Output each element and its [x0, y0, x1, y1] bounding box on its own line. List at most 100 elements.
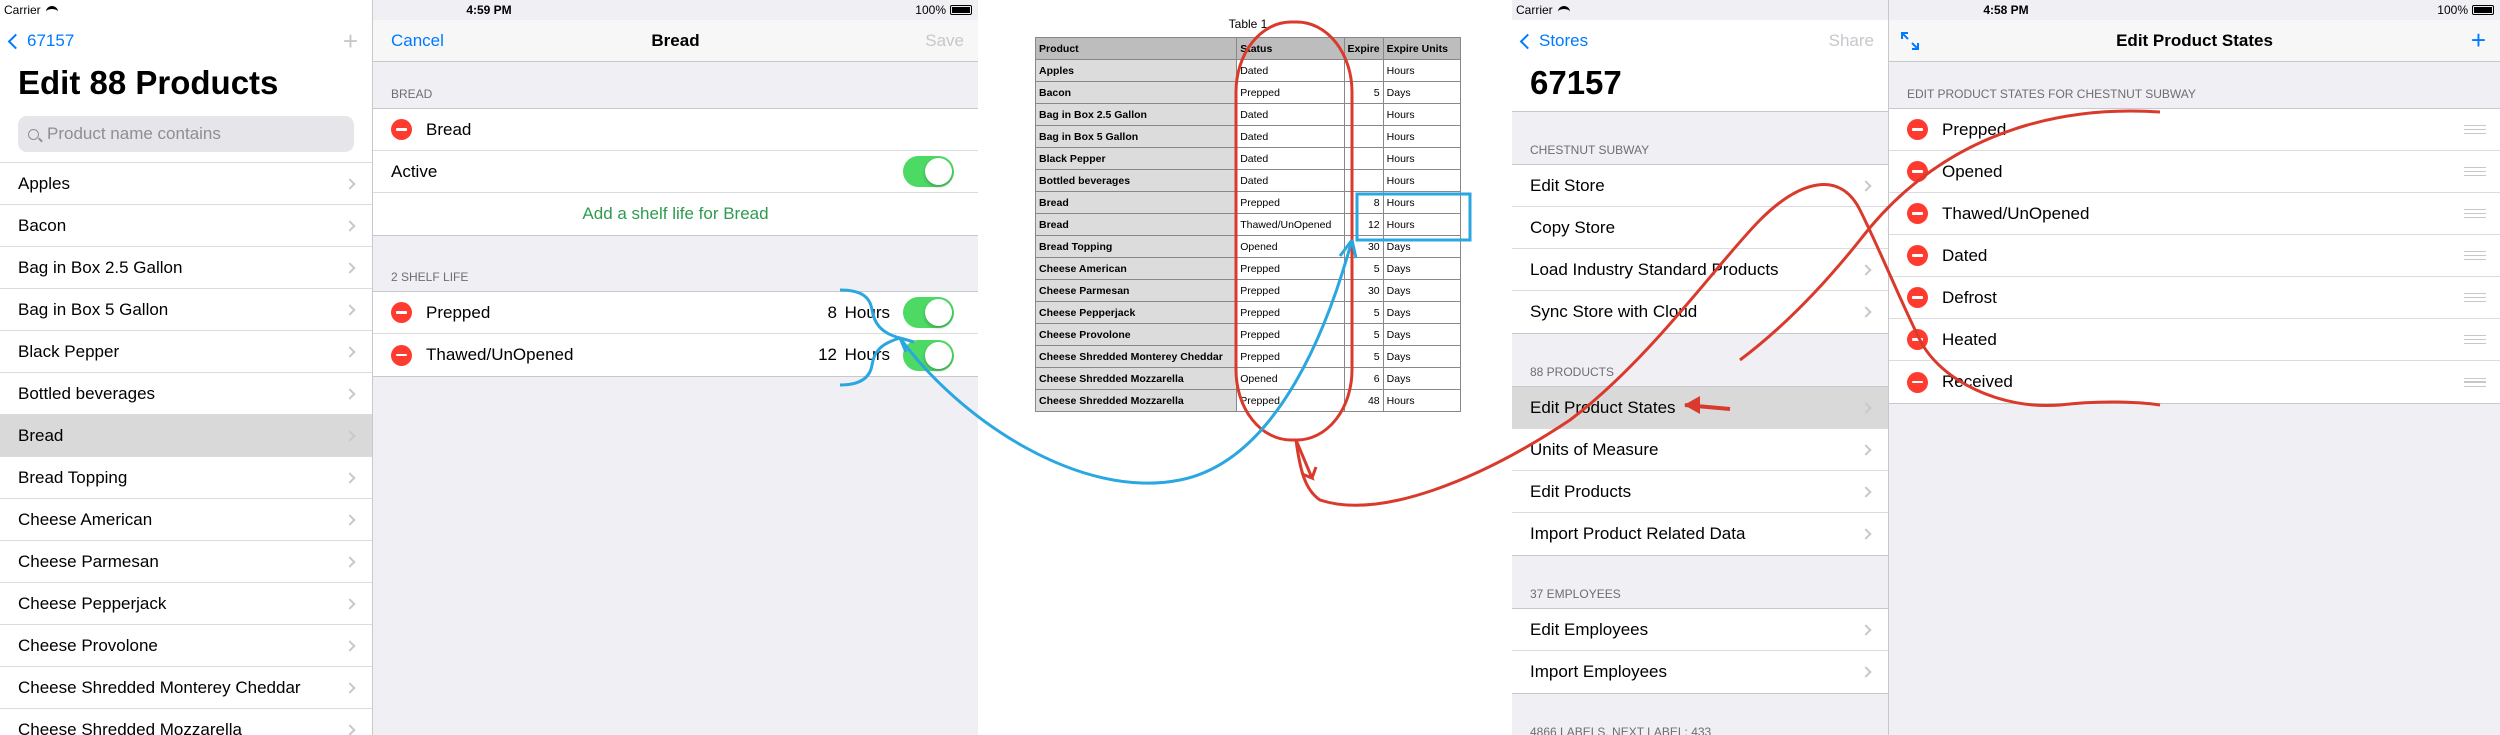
shelf-life-row[interactable]: Prepped 8 Hours: [373, 292, 978, 334]
save-button[interactable]: Save: [925, 31, 964, 51]
store-group: Edit Store Copy Store Load Industry Standa…: [1512, 164, 1888, 334]
product-state-row[interactable]: Defrost: [1889, 277, 2500, 319]
product-row[interactable]: Cheese Provolone: [0, 625, 372, 667]
table-cell: 6: [1343, 367, 1384, 390]
table-cell: Apples: [1034, 59, 1238, 82]
section-header-employees: 37 EMPLOYEES: [1530, 587, 1621, 601]
table-cell: Bacon: [1034, 81, 1238, 104]
reorder-grip-icon[interactable]: [2464, 377, 2486, 387]
menu-item[interactable]: Import Product Related Data: [1512, 513, 1888, 555]
delete-icon[interactable]: [391, 302, 412, 323]
product-row[interactable]: Cheese Shredded Mozzarella: [0, 709, 372, 735]
menu-item[interactable]: Import Employees: [1512, 651, 1888, 693]
menu-item[interactable]: Load Industry Standard Products: [1512, 249, 1888, 291]
product-row[interactable]: Bacon: [0, 205, 372, 247]
product-row[interactable]: Apples: [0, 163, 372, 205]
product-row[interactable]: Cheese Pepperjack: [0, 583, 372, 625]
active-toggle[interactable]: [903, 156, 954, 187]
delete-icon[interactable]: [1907, 329, 1928, 350]
add-state-button[interactable]: +: [2471, 27, 2486, 54]
wifi-icon: [1557, 5, 1570, 15]
table-cell: 5: [1343, 81, 1384, 104]
product-row[interactable]: Cheese Parmesan: [0, 541, 372, 583]
product-row[interactable]: Bag in Box 5 Gallon: [0, 289, 372, 331]
chevron-right-icon: [1860, 443, 1872, 456]
product-name-field[interactable]: Bread: [426, 120, 471, 140]
shelf-life-toggle[interactable]: [903, 339, 954, 371]
delete-icon[interactable]: [1907, 245, 1928, 266]
status-time: 4:58 PM: [1983, 3, 2029, 17]
chevron-right-icon: [344, 597, 356, 610]
reorder-grip-icon[interactable]: [2464, 293, 2486, 302]
table-cell: Hours: [1382, 191, 1462, 214]
product-row[interactable]: Bread: [0, 415, 372, 457]
delete-icon[interactable]: [391, 119, 412, 140]
menu-item[interactable]: Units of Measure: [1512, 429, 1888, 471]
product-row[interactable]: Cheese Shredded Monterey Cheddar: [0, 667, 372, 709]
product-state-row[interactable]: Received: [1889, 361, 2500, 403]
reorder-grip-icon[interactable]: [2464, 125, 2486, 134]
carrier-label: Carrier: [4, 3, 41, 17]
product-row[interactable]: Bottled beverages: [0, 373, 372, 415]
add-button[interactable]: +: [343, 28, 358, 55]
back-button[interactable]: Stores: [1519, 31, 1588, 51]
table-cell: Days: [1382, 235, 1462, 258]
reorder-grip-icon[interactable]: [2464, 335, 2486, 344]
delete-icon[interactable]: [1907, 119, 1928, 140]
detail-title: Edit Product States: [2116, 30, 2273, 50]
chevron-right-icon: [1860, 221, 1872, 234]
delete-icon[interactable]: [1907, 371, 1928, 393]
back-button[interactable]: 67157: [7, 31, 74, 51]
table-cell: 5: [1343, 257, 1384, 280]
product-row[interactable]: Black Pepper: [0, 331, 372, 373]
product-state-row[interactable]: Heated: [1889, 319, 2500, 361]
menu-item[interactable]: Edit Products: [1512, 471, 1888, 513]
delete-icon[interactable]: [1907, 161, 1928, 182]
product-state-label: Thawed/UnOpened: [1942, 203, 2090, 223]
reorder-grip-icon[interactable]: [2464, 251, 2486, 260]
reorder-grip-icon[interactable]: [2464, 209, 2486, 218]
delete-icon[interactable]: [391, 344, 412, 366]
shelf-life-row[interactable]: Thawed/UnOpened 12 Hours: [373, 334, 978, 376]
search-placeholder: Product name contains: [47, 124, 221, 143]
delete-icon[interactable]: [1907, 287, 1928, 308]
table-row: Bread Thawed/UnOpened 12 Hours: [1034, 213, 1462, 236]
table-cell: Bread Topping: [1034, 235, 1238, 258]
product-state-row[interactable]: Prepped: [1889, 109, 2500, 151]
chevron-right-icon: [344, 555, 356, 568]
shelf-life-toggle[interactable]: [903, 297, 954, 328]
product-state-row[interactable]: Opened: [1889, 151, 2500, 193]
menu-item-label: Import Product Related Data: [1530, 524, 1746, 543]
table-cell: Bread: [1034, 213, 1238, 236]
add-shelf-life-button[interactable]: Add a shelf life for Bread: [373, 193, 978, 235]
employees-group: Edit Employees Import Employees: [1512, 608, 1888, 694]
menu-item[interactable]: Sync Store with Cloud: [1512, 291, 1888, 333]
product-row[interactable]: Bag in Box 2.5 Gallon: [0, 247, 372, 289]
share-button[interactable]: Share: [1829, 31, 1874, 51]
table-row: Apples Dated Hours: [1034, 59, 1462, 82]
section-header-states: EDIT PRODUCT STATES FOR CHESTNUT SUBWAY: [1907, 87, 2196, 101]
chevron-right-icon: [1860, 623, 1872, 636]
product-state-row[interactable]: Dated: [1889, 235, 2500, 277]
product-state-label: Opened: [1942, 161, 2003, 181]
menu-item[interactable]: Edit Store: [1512, 165, 1888, 207]
product-row[interactable]: Cheese American: [0, 499, 372, 541]
table-caption: Table 1: [1228, 17, 1268, 31]
table-header-cell: Status: [1236, 37, 1345, 60]
menu-item[interactable]: Copy Store: [1512, 207, 1888, 249]
search-field[interactable]: Product name contains: [18, 116, 354, 152]
table-cell: Bag in Box 5 Gallon: [1034, 125, 1238, 148]
delete-icon[interactable]: [1907, 203, 1928, 224]
shelf-life-amount: 8: [827, 302, 837, 322]
reorder-grip-icon[interactable]: [2464, 167, 2486, 176]
battery-icon: [950, 5, 972, 15]
chevron-right-icon: [1860, 179, 1872, 192]
products-master-pane: Carrier 67157 + Edit 88 Products Product…: [0, 0, 372, 735]
menu-item[interactable]: Edit Employees: [1512, 609, 1888, 651]
product-state-row[interactable]: Thawed/UnOpened: [1889, 193, 2500, 235]
table-cell: Days: [1382, 323, 1462, 346]
table-cell: 48: [1343, 389, 1384, 412]
product-row[interactable]: Bread Topping: [0, 457, 372, 499]
menu-item[interactable]: Edit Product States: [1512, 387, 1888, 429]
chevron-right-icon: [344, 723, 356, 735]
